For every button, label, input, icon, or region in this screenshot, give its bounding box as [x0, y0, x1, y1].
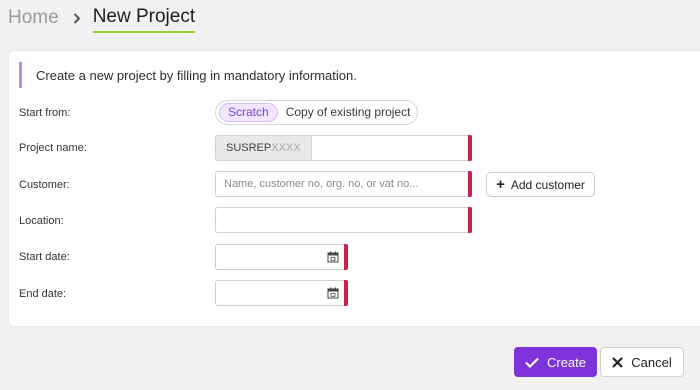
calendar-icon[interactable] [327, 287, 339, 299]
project-name-field: SUSREP XXXX [215, 135, 472, 161]
customer-label: Customer: [19, 179, 70, 191]
plus-icon: + [496, 176, 505, 193]
location-label: Location: [19, 215, 64, 227]
breadcrumb-home-link[interactable]: Home [8, 7, 59, 29]
project-name-input[interactable] [311, 136, 471, 160]
page: Home New Project Create a new project by… [0, 0, 700, 390]
project-name-label: Project name: [19, 142, 87, 154]
required-indicator [468, 135, 472, 161]
required-indicator [468, 207, 472, 233]
close-icon [612, 356, 624, 368]
end-date-label: End date: [19, 288, 67, 300]
cancel-button[interactable]: Cancel [600, 347, 684, 377]
breadcrumb: Home New Project [8, 5, 196, 33]
calendar-icon[interactable] [327, 251, 339, 263]
create-button[interactable]: Create [514, 347, 597, 377]
required-indicator [344, 244, 348, 270]
project-number-prefix: SUSREP XXXX [216, 136, 312, 160]
create-label: Create [546, 354, 587, 370]
start-from-toggle: Scratch Copy of existing project [215, 100, 418, 125]
check-icon [525, 357, 539, 368]
start-date-label: Start date: [19, 251, 70, 263]
required-indicator [468, 171, 472, 197]
location-input[interactable] [216, 208, 471, 232]
start-from-scratch-option[interactable]: Scratch [219, 103, 278, 122]
new-project-form: Create a new project by filling in manda… [8, 50, 700, 327]
chevron-right-icon [73, 12, 81, 24]
info-accent-bar [19, 62, 22, 88]
end-date-field [215, 280, 374, 306]
info-banner: Create a new project by filling in manda… [19, 62, 357, 88]
start-date-input[interactable] [216, 245, 374, 269]
cancel-label: Cancel [631, 354, 672, 370]
add-customer-button[interactable]: + Add customer [486, 172, 595, 197]
end-date-input[interactable] [216, 281, 374, 305]
project-prefix-mask: XXXX [271, 142, 301, 154]
location-field [215, 207, 472, 233]
start-from-copy-option[interactable]: Copy of existing project [278, 103, 419, 122]
page-title: New Project [92, 6, 196, 33]
customer-search-input[interactable] [216, 172, 471, 196]
customer-field [215, 171, 472, 197]
info-text: Create a new project by filling in manda… [36, 67, 357, 83]
project-prefix-fixed: SUSREP [226, 142, 272, 154]
start-date-field [215, 244, 374, 270]
add-customer-label: Add customer [510, 177, 585, 192]
required-indicator [344, 280, 348, 306]
start-from-label: Start from: [19, 107, 71, 119]
